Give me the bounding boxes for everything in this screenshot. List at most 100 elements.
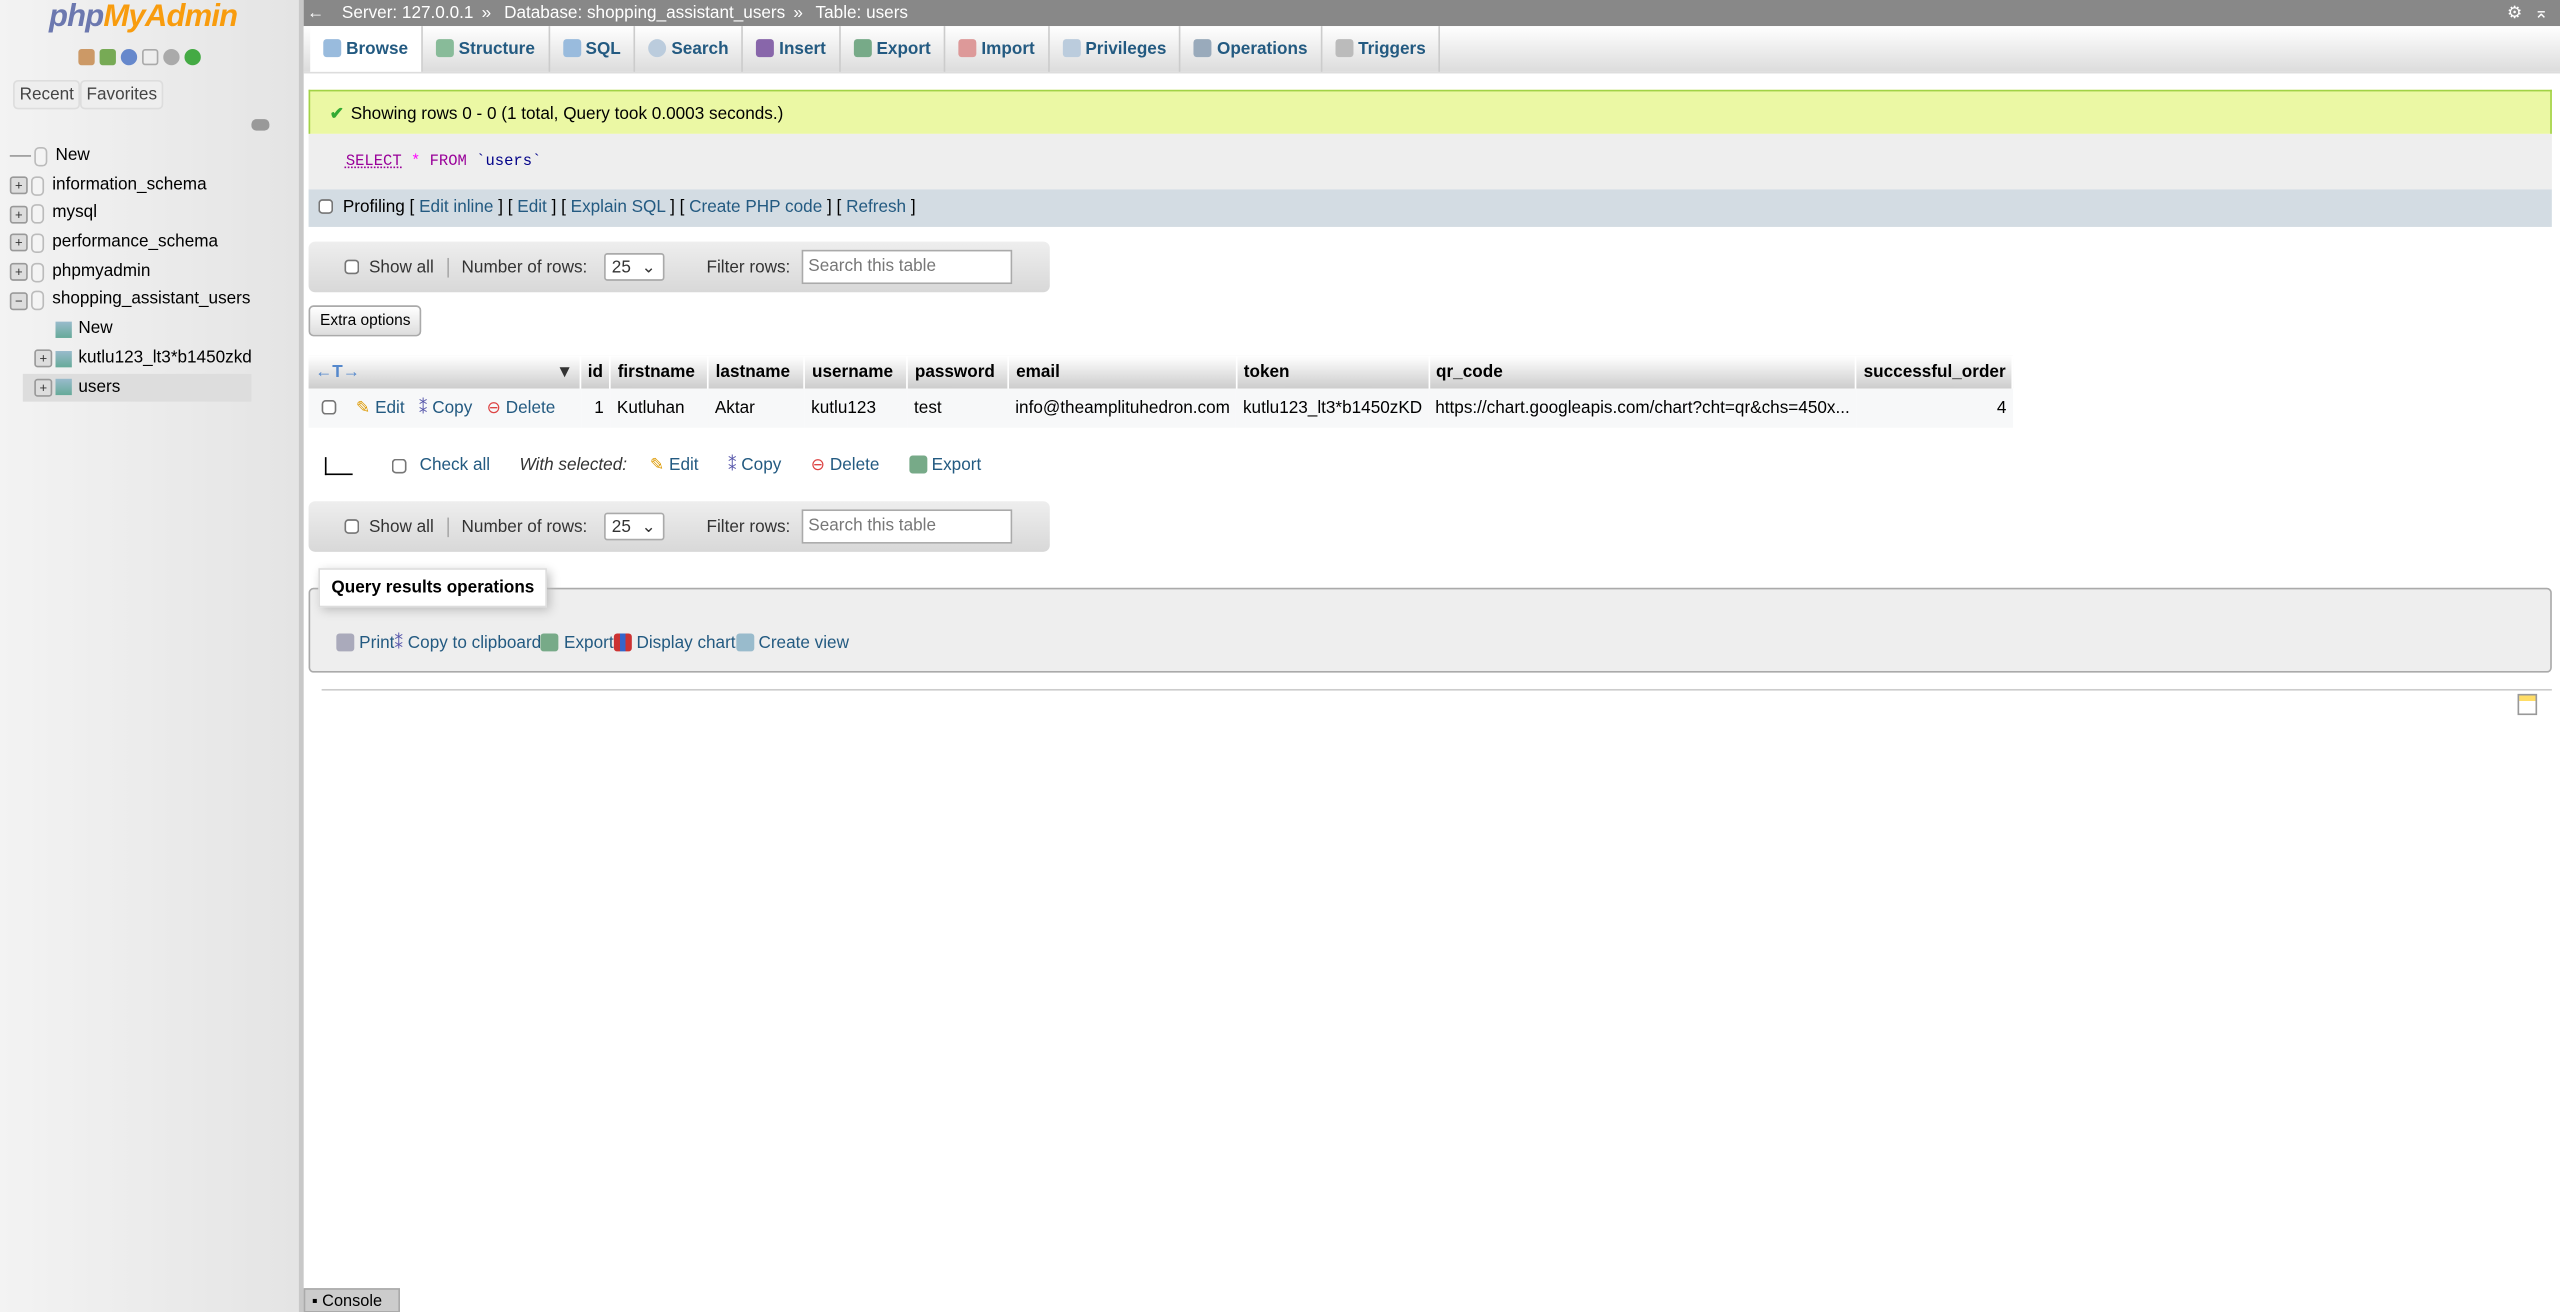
tree-db[interactable]: + information_schema (9, 171, 252, 200)
logout-icon[interactable] (99, 48, 116, 66)
number-of-rows-select[interactable]: 25 ⌄ (603, 253, 665, 281)
column-header[interactable]: token (1236, 355, 1430, 389)
edit-link[interactable]: Edit (517, 198, 547, 218)
collapse-icon[interactable]: − (9, 291, 28, 310)
reload-icon[interactable] (184, 48, 201, 66)
expand-icon[interactable]: + (9, 263, 28, 281)
expand-icon[interactable]: + (9, 234, 28, 253)
column-header[interactable]: email (1008, 355, 1238, 389)
favorites-tab[interactable]: Favorites (79, 79, 164, 110)
edit-inline-link[interactable]: Edit inline (419, 198, 493, 218)
cell-id[interactable]: 1 (580, 388, 611, 428)
collapse-sidebar-arrow[interactable]: ← (307, 3, 324, 23)
cell-password[interactable]: test (907, 388, 1009, 428)
column-header[interactable]: successful_order (1856, 355, 2014, 389)
tree-table-selected[interactable]: + users (22, 373, 252, 402)
cell-successful-order[interactable]: 4 (1856, 388, 2013, 428)
link-icon[interactable] (251, 119, 270, 131)
row-copy-link[interactable]: ⁑ Copy (419, 398, 472, 418)
bulk-copy-label: Copy (741, 455, 782, 476)
show-all-checkbox[interactable] (344, 519, 360, 534)
cell-lastname[interactable]: Aktar (708, 388, 805, 428)
cell-qr-code[interactable]: https://chart.googleapis.com/chart?cht=q… (1428, 388, 1857, 428)
column-header[interactable]: firstname (610, 355, 710, 389)
column-header[interactable]: username (804, 355, 909, 389)
tree-table[interactable]: + kutlu123_lt3*b1450zkd (10, 344, 252, 373)
cell-email[interactable]: info@theamplituhedron.com (1008, 388, 1237, 428)
console-button[interactable]: ▪ Console (303, 1288, 400, 1312)
print-button[interactable]: Print (336, 633, 394, 653)
tab-browse[interactable]: Browse (310, 26, 423, 72)
create-view-button[interactable]: Create view (735, 633, 849, 653)
tab-import[interactable]: Import (945, 26, 1050, 72)
bookmark-icon[interactable] (2517, 693, 2538, 716)
sql-table: `users` (476, 151, 542, 170)
column-header[interactable]: password (907, 355, 1010, 389)
explain-sql-link[interactable]: Explain SQL (571, 198, 666, 218)
tree-new[interactable]: New (9, 142, 252, 171)
column-header[interactable]: lastname (708, 355, 806, 389)
cell-token[interactable]: kutlu123_lt3*b1450zKD (1236, 388, 1429, 428)
tab-operations[interactable]: Operations (1181, 26, 1323, 72)
settings-gear-icon[interactable]: ⚙ (2507, 0, 2522, 26)
tree-db[interactable]: + mysql (9, 200, 252, 229)
bulk-edit-button[interactable]: ✎ Edit (650, 456, 699, 476)
query-results-operations (308, 587, 2552, 673)
bulk-delete-button[interactable]: ⊖ Delete (811, 456, 880, 476)
sort-triangle-icon[interactable]: ▼ (556, 362, 573, 382)
tree-db-expanded[interactable]: − shopping_assistant_users (9, 286, 252, 315)
collapse-top-icon[interactable]: ⌅ (2534, 0, 2548, 26)
tab-privileges[interactable]: Privileges (1049, 26, 1182, 72)
check-all-checkbox[interactable] (391, 457, 407, 473)
tab-label: Import (981, 39, 1035, 59)
expand-icon[interactable]: + (9, 205, 28, 224)
row-delete-link[interactable]: ⊖ Delete (487, 398, 556, 418)
tab-sql[interactable]: SQL (550, 26, 636, 72)
print-label: Print (359, 633, 395, 654)
export-button[interactable]: Export (541, 633, 614, 653)
row-edit-link[interactable]: ✎ Edit (356, 398, 405, 418)
tab-triggers[interactable]: Triggers (1322, 26, 1441, 72)
column-header[interactable]: id (580, 355, 612, 389)
recent-tab[interactable]: Recent (13, 79, 81, 110)
breadcrumb-server[interactable]: Server: 127.0.0.1 (342, 3, 474, 23)
tab-search[interactable]: Search (635, 26, 744, 72)
tree-new-table[interactable]: New (10, 315, 252, 344)
display-chart-button[interactable]: Display chart (613, 633, 736, 653)
expand-icon[interactable]: + (34, 378, 53, 397)
phpmyadmin-logo[interactable]: phpMyAdmin (49, 0, 238, 36)
breadcrumb-database[interactable]: Database: shopping_assistant_users (504, 3, 785, 23)
tree-db[interactable]: + phpmyadmin (9, 258, 252, 287)
show-all-label: Show all (369, 516, 449, 537)
tab-structure[interactable]: Structure (423, 26, 550, 72)
help-icon[interactable] (120, 48, 138, 66)
refresh-link[interactable]: Refresh (846, 198, 906, 218)
home-icon[interactable] (78, 48, 95, 66)
number-of-rows-select[interactable]: 25 ⌄ (603, 512, 665, 541)
column-header[interactable]: qr_code (1428, 355, 1858, 389)
docs-icon[interactable] (142, 48, 159, 66)
filter-rows-input[interactable]: Search this table (801, 509, 1013, 544)
gear-icon[interactable] (163, 48, 180, 66)
filter-rows-input[interactable]: Search this table (801, 249, 1013, 285)
row-checkbox[interactable] (321, 399, 337, 415)
column-toggle-header[interactable]: ←T→ ▼ (308, 355, 582, 389)
tree-db[interactable]: + performance_schema (9, 229, 252, 258)
breadcrumb-table[interactable]: Table: users (816, 3, 908, 23)
extra-options-button[interactable]: Extra options (308, 305, 422, 337)
show-all-checkbox[interactable] (344, 259, 360, 275)
console-icon: ▪ (311, 1293, 323, 1312)
expand-icon[interactable]: + (9, 176, 28, 195)
sql-select[interactable]: SELECT (346, 152, 402, 170)
expand-icon[interactable]: + (34, 349, 53, 368)
tab-insert[interactable]: Insert (743, 26, 841, 72)
copy-to-clipboard-button[interactable]: ⁑ Copy to clipboard (394, 633, 541, 653)
bulk-copy-button[interactable]: ⁑ Copy (728, 456, 781, 476)
check-all-label[interactable]: Check all (420, 456, 491, 476)
profiling-checkbox[interactable] (318, 199, 334, 214)
create-php-code-link[interactable]: Create PHP code (689, 198, 822, 218)
cell-firstname[interactable]: Kutluhan (610, 388, 709, 428)
tab-export[interactable]: Export (841, 26, 946, 72)
bulk-export-button[interactable]: Export (908, 455, 981, 475)
cell-username[interactable]: kutlu123 (804, 388, 908, 428)
